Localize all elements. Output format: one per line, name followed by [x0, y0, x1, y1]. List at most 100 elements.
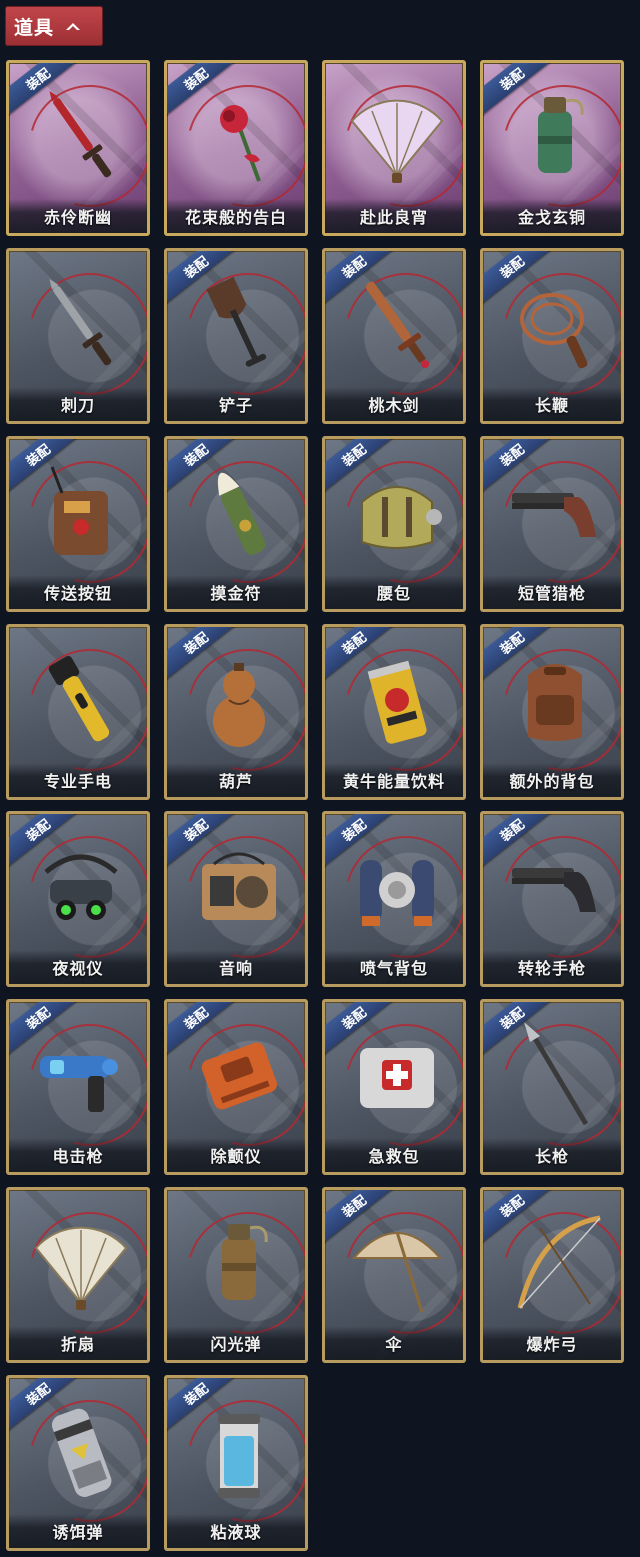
item-label-bar: 除颤仪 [167, 1138, 305, 1172]
decoy-grenade-icon [23, 1392, 139, 1510]
first-aid-kit-icon [339, 1016, 455, 1134]
item-label-bar: 金戈玄铜 [483, 199, 621, 233]
item-card[interactable]: 装配 音响 [164, 811, 308, 987]
item-card[interactable]: 装配 夜视仪 [6, 811, 150, 987]
item-name: 闪光弹 [210, 1335, 262, 1354]
item-card[interactable]: 装配 长鞭 [480, 248, 624, 424]
talisman-icon [181, 453, 297, 571]
defibrillator-icon [181, 1016, 297, 1134]
flash-grenade-icon [181, 1204, 297, 1322]
item-card[interactable]: 装配 摸金符 [164, 436, 308, 612]
item-label-bar: 铲子 [167, 387, 305, 421]
gourd-icon [181, 641, 297, 759]
item-name: 急救包 [368, 1147, 420, 1166]
item-card[interactable]: 专业手电 [6, 624, 150, 800]
item-card[interactable]: 赴此良宵 [322, 60, 466, 236]
item-name: 喷气背包 [359, 959, 428, 978]
shock-gun-icon [23, 1016, 139, 1134]
item-label-bar: 粘液球 [167, 1514, 305, 1548]
speaker-icon [181, 828, 297, 946]
item-label-bar: 赤伶断幽 [9, 199, 147, 233]
item-card[interactable]: 装配 赤伶断幽 [6, 60, 150, 236]
spear-icon [497, 1016, 613, 1134]
flashlight-icon [23, 641, 139, 759]
waist-bag-icon [339, 453, 455, 571]
item-card[interactable]: 装配 喷气背包 [322, 811, 466, 987]
item-label-bar: 诱饵弹 [9, 1514, 147, 1548]
item-label-bar: 爆炸弓 [483, 1326, 621, 1360]
night-vision-icon [23, 828, 139, 946]
item-grid: 装配 赤伶断幽 装配 花束般的告白 赴此良宵 装配 金戈玄铜 刺刀 装配 铲子 装配 桃木剑 装配 长鞭装… [0, 0, 640, 1557]
item-name: 赴此良宵 [359, 208, 428, 227]
item-name: 转轮手枪 [517, 959, 586, 978]
item-label-bar: 喷气背包 [325, 950, 463, 984]
item-label-bar: 专业手电 [9, 763, 147, 797]
item-card[interactable]: 装配 电击枪 [6, 999, 150, 1175]
wooden-sword-icon [339, 265, 455, 383]
item-card[interactable]: 装配 传送按钮 [6, 436, 150, 612]
item-card[interactable]: 装配 黄牛能量饮料 [322, 624, 466, 800]
item-label-bar: 摸金符 [167, 575, 305, 609]
item-name: 电击枪 [52, 1147, 104, 1166]
bow-icon [497, 1204, 613, 1322]
item-name: 葫芦 [218, 772, 253, 791]
item-label-bar: 葫芦 [167, 763, 305, 797]
item-card[interactable]: 闪光弹 [164, 1187, 308, 1363]
item-name: 夜视仪 [52, 959, 104, 978]
item-name: 音响 [218, 959, 253, 978]
item-name: 传送按钮 [43, 584, 112, 603]
item-card[interactable]: 折扇 [6, 1187, 150, 1363]
item-card[interactable]: 装配 急救包 [322, 999, 466, 1175]
item-card[interactable]: 装配 转轮手枪 [480, 811, 624, 987]
item-name: 短管猎枪 [517, 584, 586, 603]
item-card[interactable]: 装配 短管猎枪 [480, 436, 624, 612]
item-card[interactable]: 装配 腰包 [322, 436, 466, 612]
item-card[interactable]: 装配 诱饵弹 [6, 1375, 150, 1551]
fan-icon [339, 77, 455, 195]
slime-capsule-icon [181, 1392, 297, 1510]
item-name: 赤伶断幽 [43, 208, 112, 227]
item-name: 专业手电 [43, 772, 112, 791]
item-name: 长枪 [534, 1147, 569, 1166]
item-label-bar: 折扇 [9, 1326, 147, 1360]
item-card[interactable]: 刺刀 [6, 248, 150, 424]
jetpack-icon [339, 828, 455, 946]
revolver-icon [497, 828, 613, 946]
item-label-bar: 急救包 [325, 1138, 463, 1172]
item-label-bar: 闪光弹 [167, 1326, 305, 1360]
item-label-bar: 刺刀 [9, 387, 147, 421]
backpack-icon [497, 641, 613, 759]
item-name: 铲子 [218, 396, 253, 415]
item-label-bar: 传送按钮 [9, 575, 147, 609]
item-card[interactable]: 装配 金戈玄铜 [480, 60, 624, 236]
item-card[interactable]: 装配 桃木剑 [322, 248, 466, 424]
shovel-icon [181, 265, 297, 383]
item-card[interactable]: 装配 粘液球 [164, 1375, 308, 1551]
item-card[interactable]: 装配 除颤仪 [164, 999, 308, 1175]
rose-icon [181, 77, 297, 195]
item-card[interactable]: 装配 铲子 [164, 248, 308, 424]
item-card[interactable]: 装配 花束般的告白 [164, 60, 308, 236]
item-card[interactable]: 装配 爆炸弓 [480, 1187, 624, 1363]
item-name: 粘液球 [210, 1523, 262, 1542]
dagger-icon [23, 77, 139, 195]
item-label-bar: 额外的背包 [483, 763, 621, 797]
whip-icon [497, 265, 613, 383]
item-name: 额外的背包 [509, 772, 595, 791]
item-label-bar: 电击枪 [9, 1138, 147, 1172]
item-name: 爆炸弓 [526, 1335, 578, 1354]
item-name: 诱饵弹 [52, 1523, 104, 1542]
item-label-bar: 长鞭 [483, 387, 621, 421]
item-name: 长鞭 [534, 396, 569, 415]
item-name: 黄牛能量饮料 [342, 772, 445, 791]
item-card[interactable]: 装配伞 [322, 1187, 466, 1363]
item-label-bar: 赴此良宵 [325, 199, 463, 233]
item-label-bar: 夜视仪 [9, 950, 147, 984]
bronze-grenade-icon [497, 77, 613, 195]
item-card[interactable]: 装配 葫芦 [164, 624, 308, 800]
item-name: 金戈玄铜 [517, 208, 586, 227]
item-label-bar: 转轮手枪 [483, 950, 621, 984]
item-card[interactable]: 装配 长枪 [480, 999, 624, 1175]
bayonet-icon [23, 265, 139, 383]
item-card[interactable]: 装配 额外的背包 [480, 624, 624, 800]
